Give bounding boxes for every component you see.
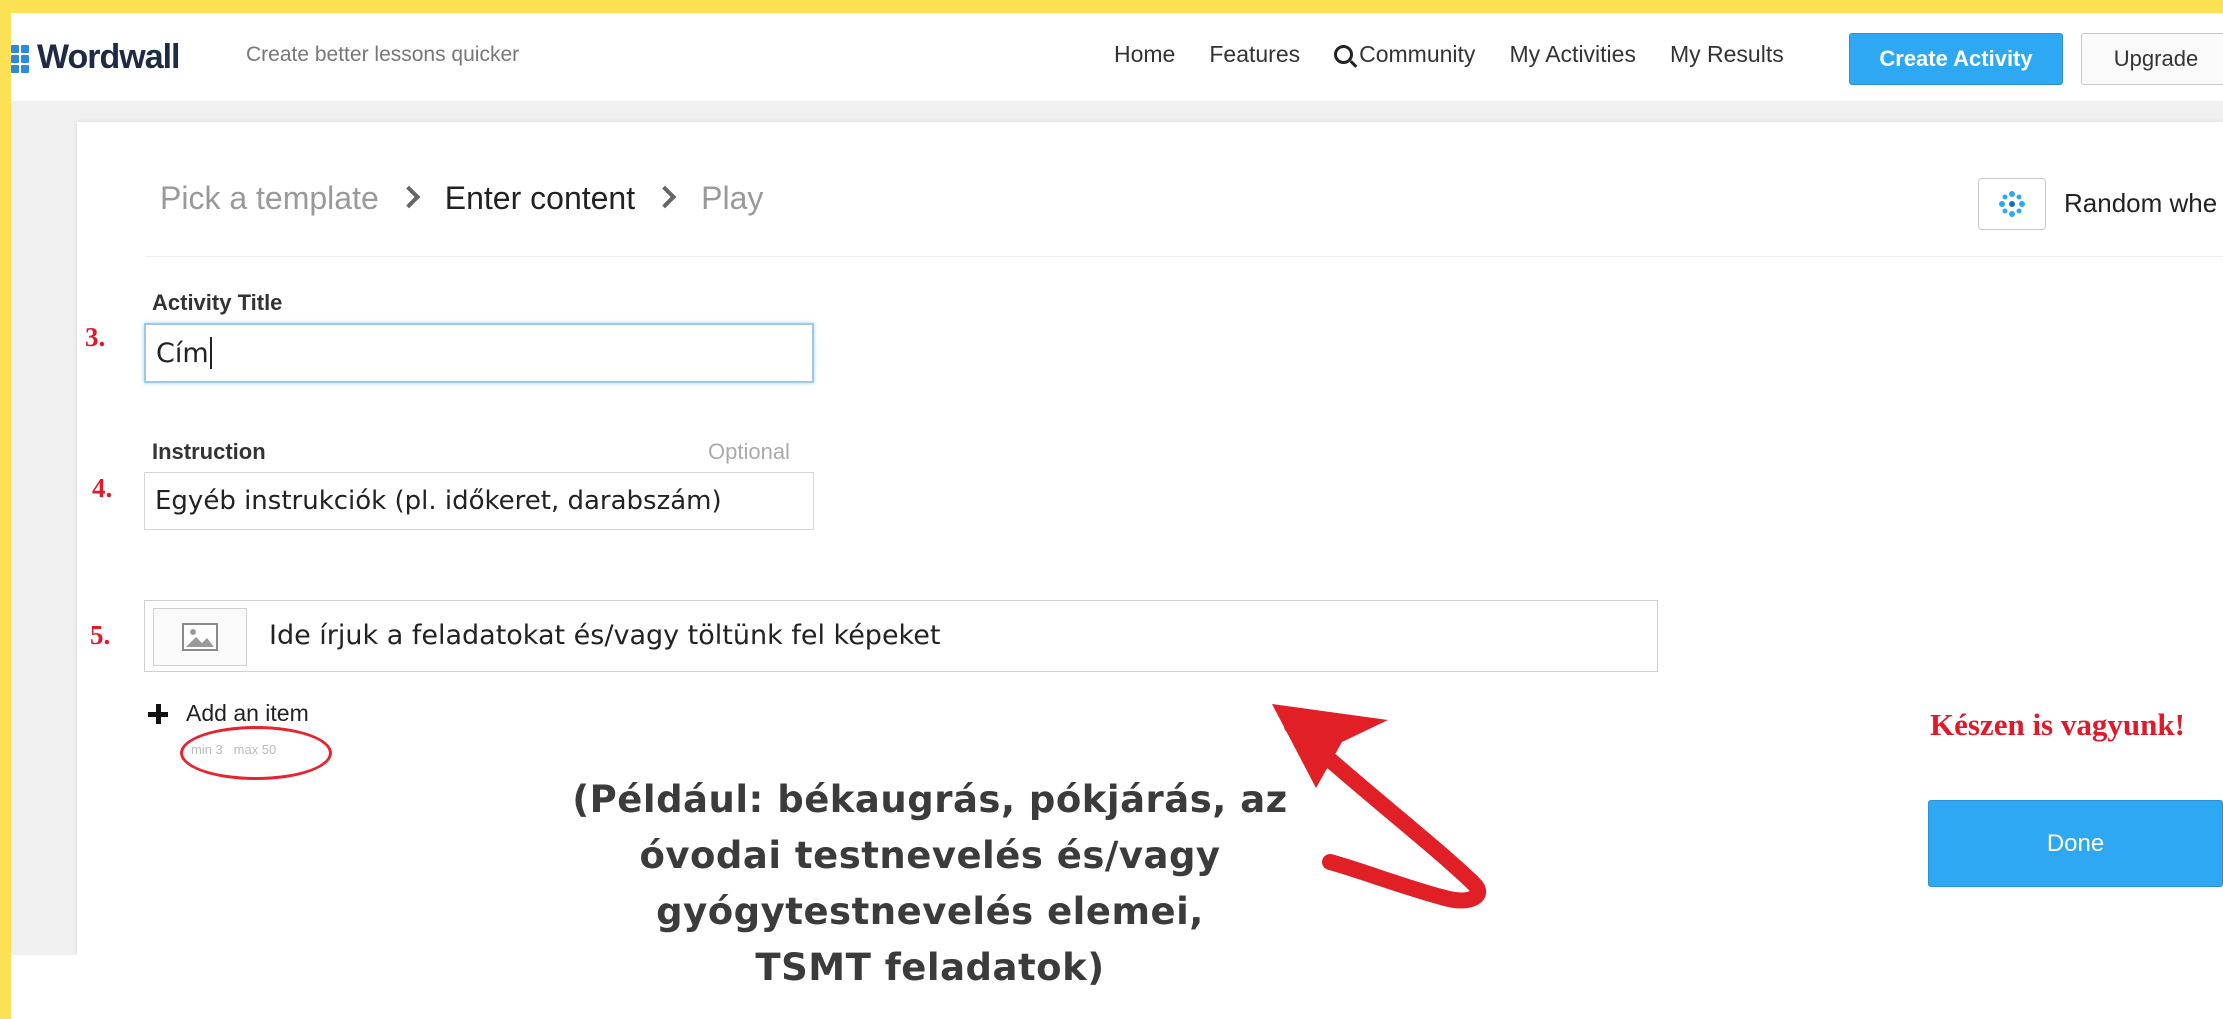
breadcrumb-pick-template[interactable]: Pick a template: [160, 180, 379, 217]
ready-message: Készen is vagyunk!: [1930, 707, 2185, 742]
instruction-label: Instruction: [152, 439, 266, 464]
top-navbar: Wordwall Create better lessons quicker H…: [11, 13, 2223, 102]
instruction-value: Egyéb instrukciók (pl. időkeret, darabsz…: [155, 486, 722, 516]
example-annotation: (Például: békaugrás, pókjárás, az óvodai…: [560, 772, 1300, 996]
logo-icon: [11, 41, 31, 73]
add-item-button[interactable]: Add an item: [148, 700, 309, 727]
annotation-line-3: gyógytestnevelés elemei,: [656, 890, 1204, 933]
nav-home[interactable]: Home: [1114, 41, 1175, 68]
plus-icon: [148, 703, 168, 724]
chevron-right-icon: [397, 185, 421, 208]
image-icon: [182, 623, 218, 651]
nav-community-label: Community: [1359, 41, 1476, 67]
done-button[interactable]: Done: [1928, 800, 2223, 887]
template-name: Random whe: [2064, 188, 2218, 218]
breadcrumb-play: Play: [701, 180, 764, 216]
random-wheel-icon: [1999, 191, 2025, 217]
yellow-frame-top: [0, 0, 2223, 13]
nav-my-activities[interactable]: My Activities: [1509, 41, 1636, 68]
nav-my-results[interactable]: My Results: [1670, 41, 1784, 68]
text-caret: [209, 337, 212, 369]
red-arrow-annotation: [1272, 704, 1486, 909]
optional-hint: Optional: [708, 439, 790, 464]
annotation-line-1: (Például: békaugrás, pókjárás, az: [572, 778, 1288, 821]
create-activity-button[interactable]: Create Activity: [1849, 33, 2063, 85]
step-number-4: 4.: [92, 473, 113, 503]
chevron-right-icon: [653, 185, 677, 208]
breadcrumb-enter-content: Enter content: [444, 180, 636, 216]
step-number-3: 3.: [85, 322, 106, 352]
logo-text: Wordwall: [37, 37, 180, 76]
activity-title-value: Cím: [156, 337, 209, 369]
item-row: Ide írjuk a feladatokat és/vagy töltünk …: [144, 600, 1658, 672]
add-image-button[interactable]: [153, 608, 247, 666]
nav-community[interactable]: Community: [1334, 41, 1475, 68]
nav-links: Home Features Community My Activities My…: [1114, 41, 1818, 68]
upgrade-button[interactable]: Upgrade: [2081, 33, 2223, 85]
nav-features[interactable]: Features: [1209, 41, 1300, 68]
wordwall-logo[interactable]: Wordwall: [11, 37, 180, 76]
red-circle-annotation: [180, 726, 332, 780]
activity-title-input[interactable]: Cím: [144, 323, 814, 383]
step-number-5: 5.: [90, 620, 111, 650]
tagline: Create better lessons quicker: [246, 43, 520, 66]
item-input[interactable]: Ide írjuk a feladatokat és/vagy töltünk …: [269, 620, 940, 651]
search-icon: [1334, 45, 1354, 64]
add-item-label: Add an item: [186, 700, 309, 726]
activity-title-label: Activity Title: [152, 290, 283, 315]
instruction-input[interactable]: Egyéb instrukciók (pl. időkeret, darabsz…: [144, 472, 814, 530]
annotation-line-2: óvodai testnevelés és/vagy: [639, 834, 1221, 877]
yellow-frame-left: [0, 0, 11, 1019]
breadcrumb: Pick a template Enter content Play: [160, 180, 763, 217]
header-divider: [145, 256, 2223, 257]
annotation-line-4: TSMT feladatok): [755, 946, 1105, 989]
template-switch-button[interactable]: [1978, 178, 2046, 230]
